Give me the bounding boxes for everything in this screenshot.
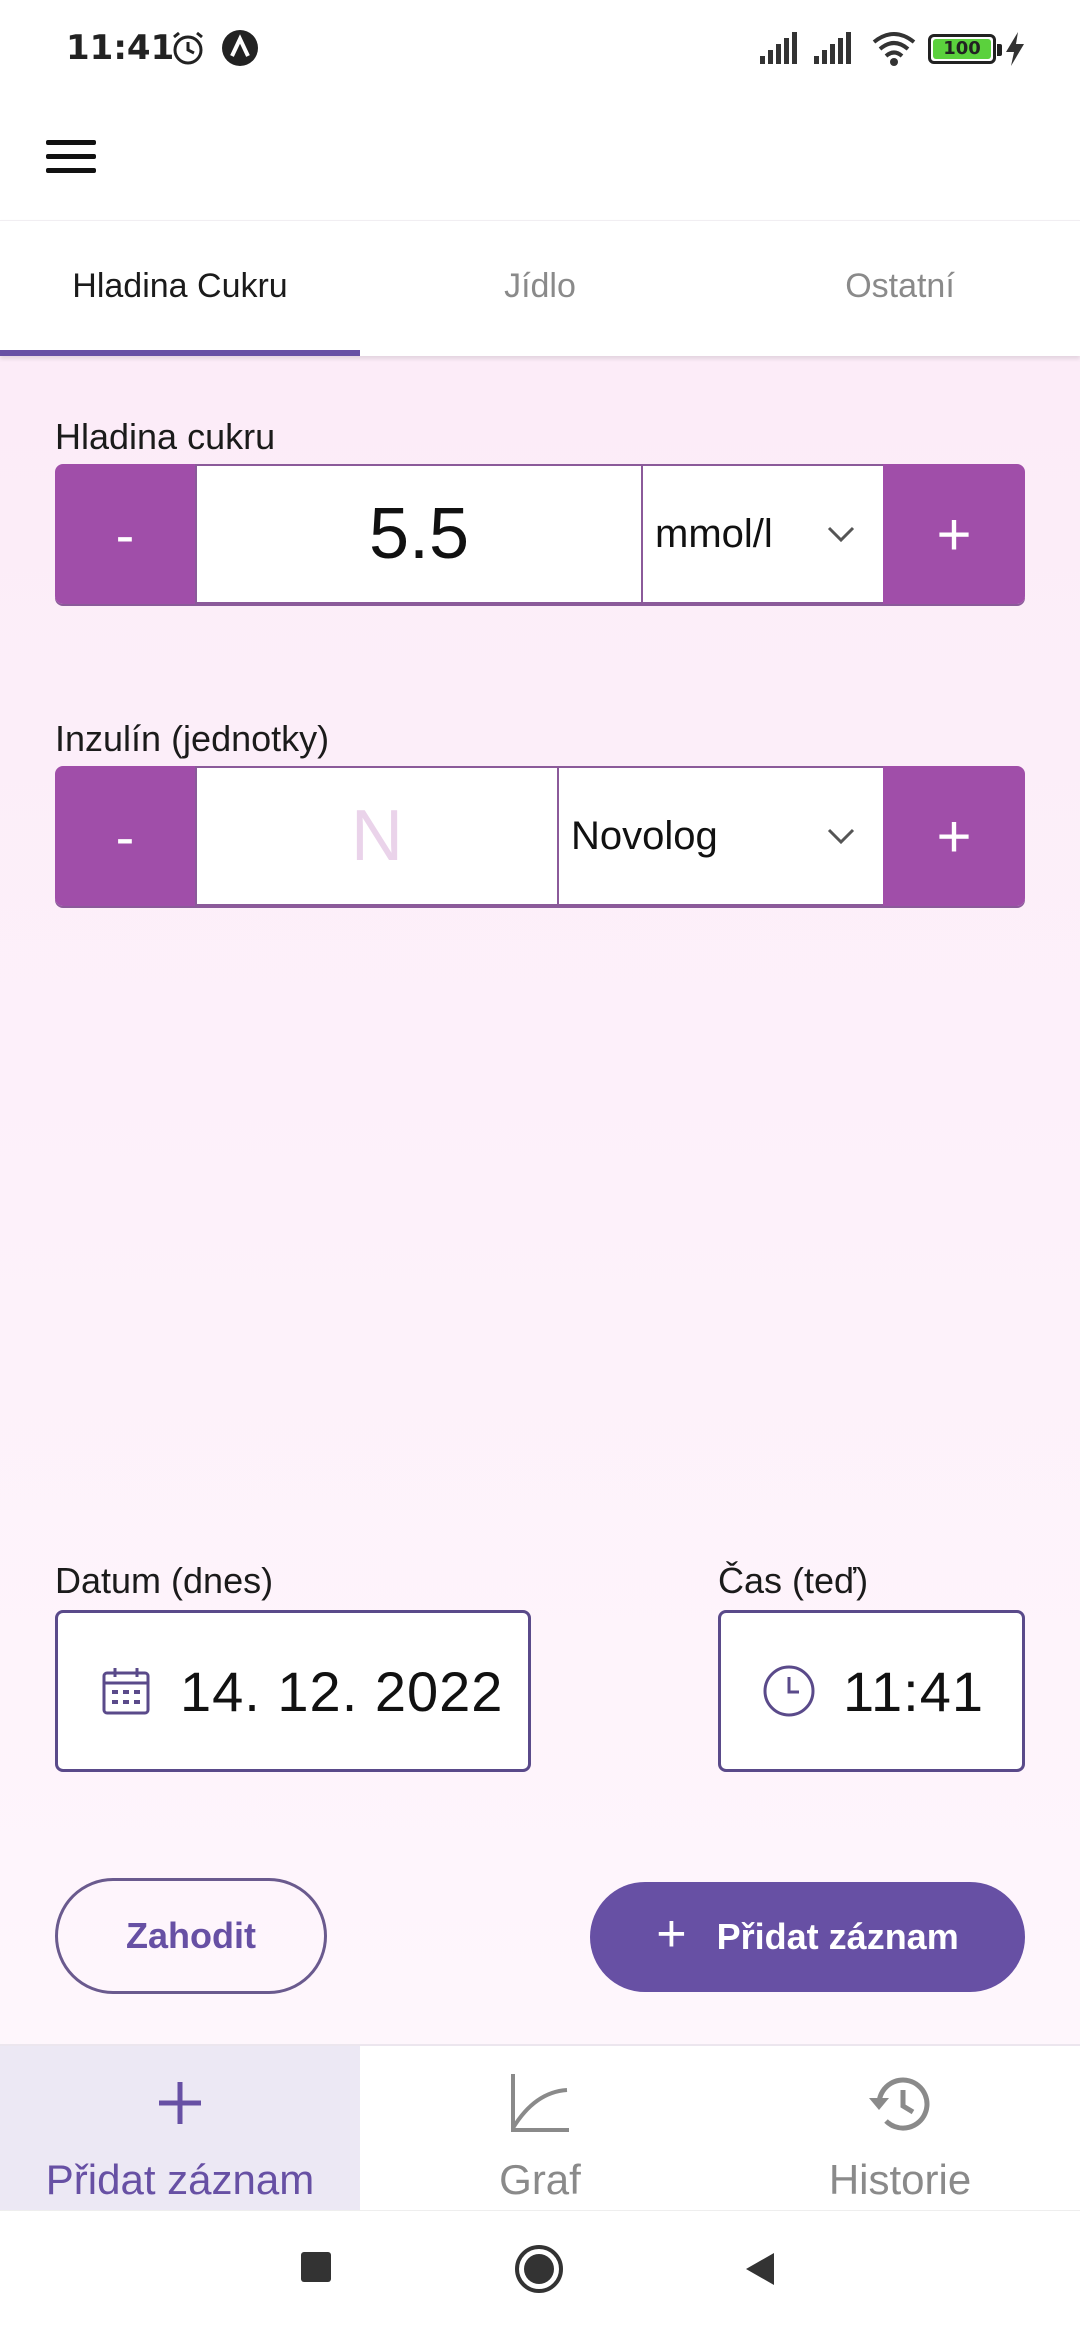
time-value: 11:41 bbox=[843, 1659, 984, 1723]
add-record-label: Přidat záznam bbox=[716, 1916, 959, 1957]
insulin-value-input[interactable] bbox=[197, 768, 557, 904]
glucose-label: Hladina cukru bbox=[55, 416, 276, 457]
app-notification-icon bbox=[222, 30, 258, 66]
insulin-stepper: - Novolog + bbox=[55, 766, 1025, 906]
insulin-increment-button[interactable]: + bbox=[883, 766, 1025, 906]
wifi-icon bbox=[872, 32, 916, 66]
discard-button[interactable]: Zahodit bbox=[55, 1878, 327, 1994]
tab-ostatni[interactable]: Ostatní bbox=[720, 221, 1080, 356]
glucose-increment-button[interactable]: + bbox=[883, 464, 1025, 604]
signal-icon bbox=[760, 32, 797, 64]
tab-bar: Hladina Cukru Jídlo Ostatní bbox=[0, 220, 1080, 356]
chevron-down-icon bbox=[827, 526, 855, 543]
home-icon[interactable] bbox=[513, 2243, 565, 2295]
bottom-navigation: Přidat záznam Graf Historie bbox=[0, 2044, 1080, 2210]
charging-icon bbox=[1006, 32, 1024, 66]
plus-icon: + bbox=[656, 1905, 687, 1963]
calendar-icon bbox=[102, 1668, 150, 1715]
nav-label-graph: Graf bbox=[499, 2156, 581, 2203]
time-label: Čas (teď) bbox=[718, 1560, 869, 1601]
back-icon[interactable] bbox=[742, 2249, 778, 2289]
insulin-type-select[interactable]: Novolog bbox=[559, 766, 883, 906]
nav-item-graph[interactable]: Graf bbox=[360, 2046, 720, 2210]
glucose-unit-select[interactable]: mmol/l bbox=[643, 464, 883, 604]
insulin-value-field[interactable] bbox=[195, 766, 559, 906]
tab-hladina-cukru[interactable]: Hladina Cukru bbox=[0, 221, 360, 356]
nav-item-history[interactable]: Historie bbox=[720, 2046, 1080, 2210]
date-picker[interactable]: 14. 12. 2022 bbox=[55, 1610, 531, 1772]
status-time: 11:41 bbox=[66, 28, 175, 68]
history-icon bbox=[869, 2077, 930, 2131]
glucose-stepper: - mmol/l + bbox=[55, 464, 1025, 604]
plus-icon bbox=[159, 2082, 201, 2124]
menu-button[interactable] bbox=[36, 122, 106, 192]
recent-apps-icon[interactable] bbox=[298, 2249, 334, 2285]
signal-icon bbox=[814, 32, 851, 64]
glucose-value-input[interactable] bbox=[197, 466, 641, 602]
clock-icon bbox=[763, 1665, 815, 1717]
content-area: Hladina cukru - mmol/l + Inzulín (jednot… bbox=[0, 356, 1080, 2044]
glucose-value-field[interactable] bbox=[195, 464, 643, 604]
status-bar: 11:41 100 bbox=[0, 0, 1080, 100]
chevron-down-icon bbox=[827, 828, 855, 845]
insulin-decrement-button[interactable]: - bbox=[55, 766, 195, 906]
date-label: Datum (dnes) bbox=[55, 1560, 274, 1601]
battery-level: 100 bbox=[933, 39, 991, 59]
alarm-icon bbox=[173, 31, 203, 65]
glucose-unit-value: mmol/l bbox=[655, 511, 773, 556]
system-navigation-bar bbox=[0, 2210, 1080, 2340]
insulin-label: Inzulín (jednotky) bbox=[55, 718, 330, 759]
app-bar bbox=[0, 100, 1080, 220]
tab-jidlo[interactable]: Jídlo bbox=[360, 221, 720, 356]
add-record-button[interactable]: + Přidat záznam bbox=[590, 1882, 1025, 1992]
date-value: 14. 12. 2022 bbox=[180, 1659, 504, 1723]
glucose-decrement-button[interactable]: - bbox=[55, 464, 195, 604]
insulin-type-value: Novolog bbox=[571, 813, 718, 858]
chart-icon bbox=[511, 2074, 569, 2132]
time-picker[interactable]: 11:41 bbox=[718, 1610, 1025, 1772]
battery-icon: 100 bbox=[928, 34, 1002, 64]
nav-label-add-record: Přidat záznam bbox=[45, 2156, 315, 2203]
nav-label-history: Historie bbox=[828, 2156, 972, 2203]
nav-item-add-record[interactable]: Přidat záznam bbox=[0, 2046, 360, 2210]
